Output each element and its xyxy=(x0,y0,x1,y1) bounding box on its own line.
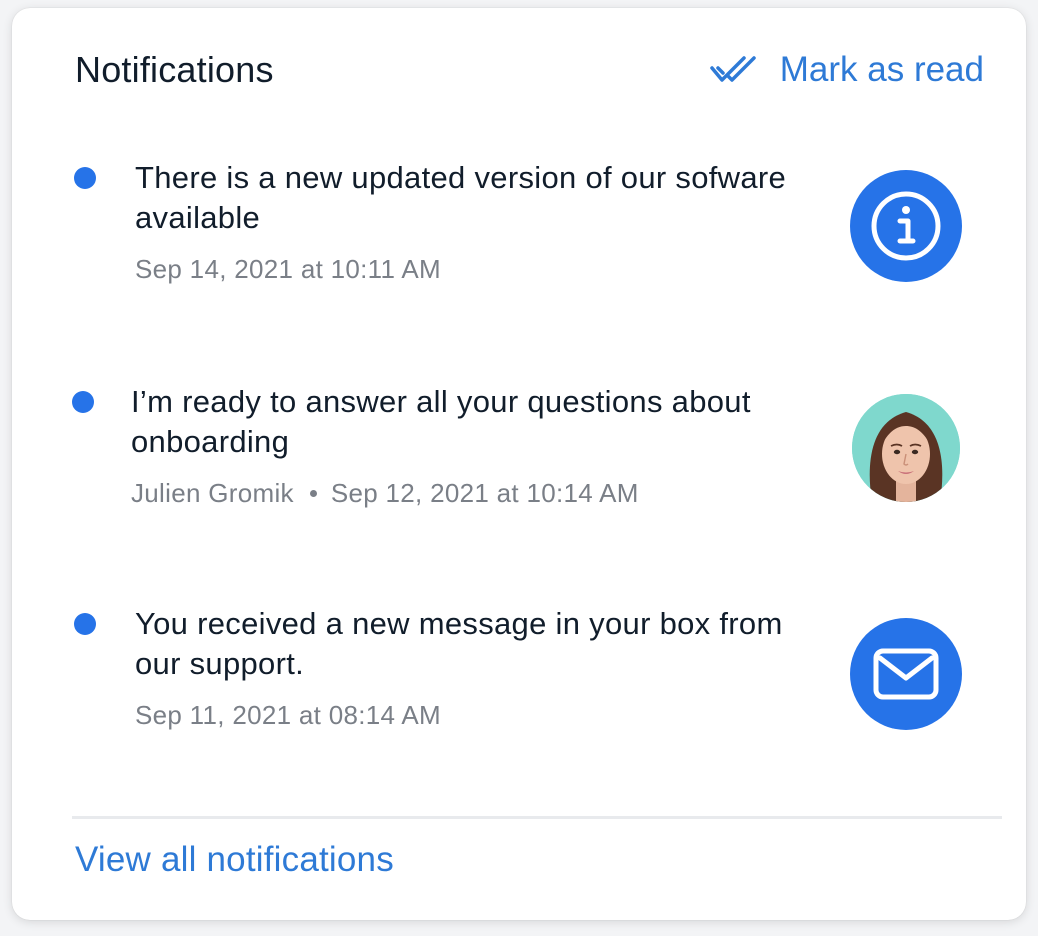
notifications-card: Notifications Mark as read There is a ne… xyxy=(12,8,1026,920)
notification-item-message[interactable]: I’m ready to answer all your questions a… xyxy=(12,382,1026,522)
mark-as-read-label: Mark as read xyxy=(779,50,984,89)
notifications-title: Notifications xyxy=(75,49,274,90)
mark-as-read-button[interactable]: Mark as read xyxy=(710,50,986,90)
unread-dot xyxy=(72,391,94,413)
timestamp-text: Sep 14, 2021 at 10:11 AM xyxy=(135,254,441,284)
notification-message: I’m ready to answer all your questions a… xyxy=(131,384,751,459)
separator-dot xyxy=(309,490,317,497)
notification-timestamp: Sep 11, 2021 at 08:14 AM xyxy=(135,700,441,731)
notification-meta: Julien Gromik Sep 12, 2021 at 10:14 AM xyxy=(131,478,639,509)
info-icon xyxy=(850,170,962,282)
timestamp-text: Sep 12, 2021 at 10:14 AM xyxy=(330,478,639,508)
author-name: Julien Gromik xyxy=(131,478,294,508)
notification-item-support[interactable]: You received a new message in your box f… xyxy=(12,604,1026,744)
timestamp-text: Sep 11, 2021 at 08:14 AM xyxy=(135,700,441,730)
mail-icon xyxy=(850,618,962,730)
notification-timestamp: Sep 14, 2021 at 10:11 AM xyxy=(135,254,441,285)
notifications-header: Notifications Mark as read xyxy=(75,48,986,92)
unread-dot xyxy=(74,167,96,189)
notification-item-update[interactable]: There is a new updated version of our so… xyxy=(12,158,1026,298)
double-check-icon xyxy=(710,54,766,86)
notification-message: There is a new updated version of our so… xyxy=(135,160,787,235)
divider xyxy=(72,816,1002,819)
view-all-notifications-link[interactable]: View all notifications xyxy=(75,840,394,880)
avatar xyxy=(852,394,960,502)
unread-dot xyxy=(74,613,96,635)
notification-message: You received a new message in your box f… xyxy=(135,606,783,681)
